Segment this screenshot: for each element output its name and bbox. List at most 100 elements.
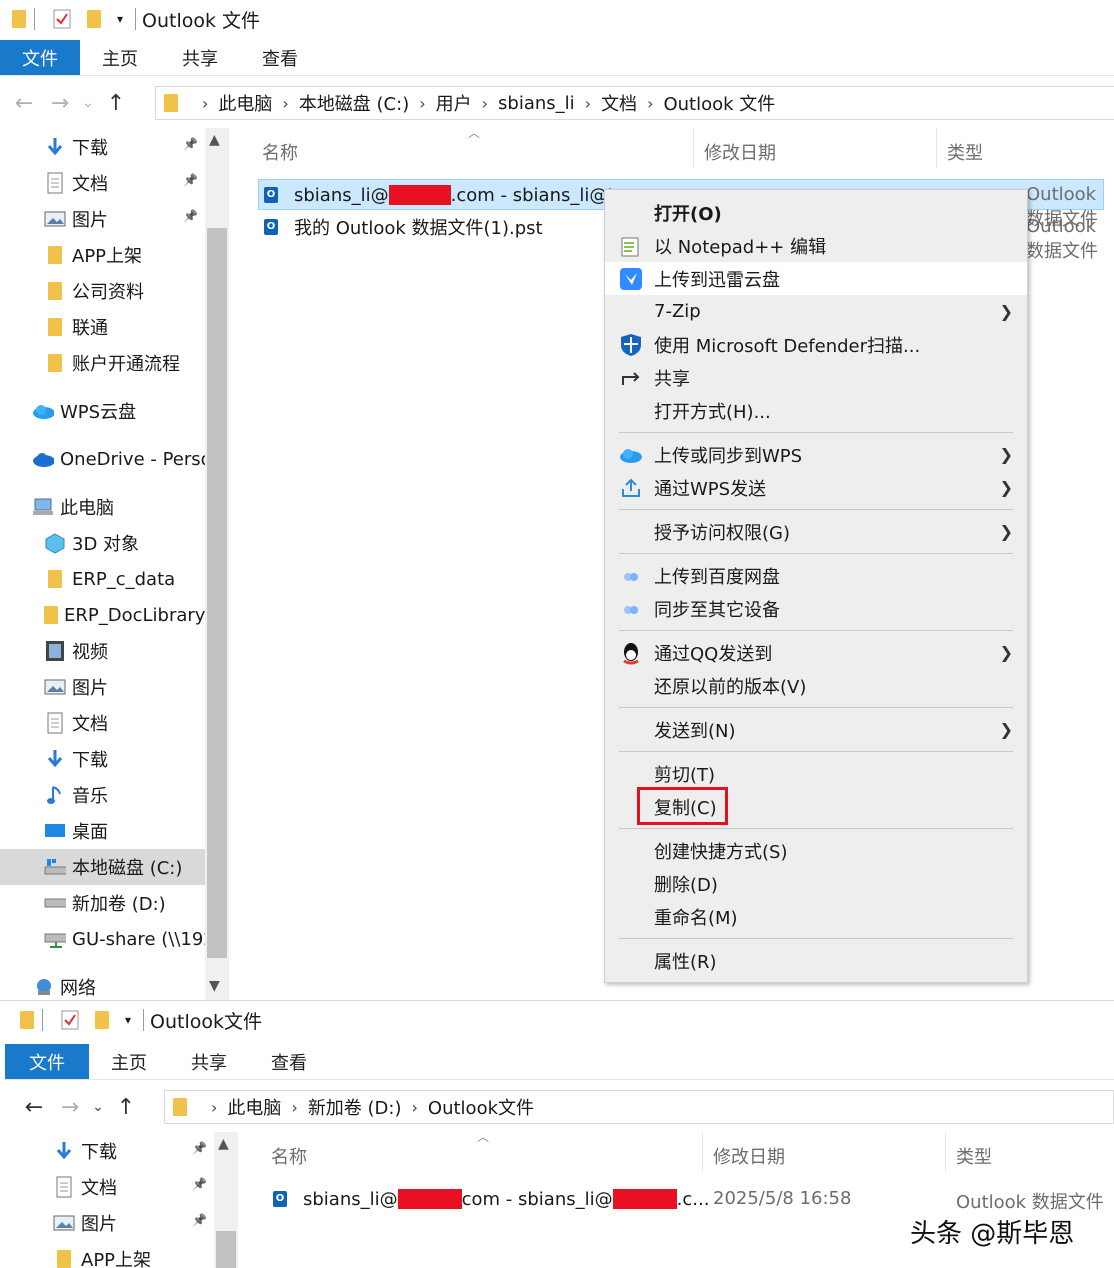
sidebar-item[interactable]: 下载 [44, 129, 205, 165]
sidebar-item[interactable]: GU-share (\\192 [44, 921, 205, 957]
menu-item[interactable]: 属性(R) [605, 944, 1027, 977]
sidebar-item[interactable]: 新加卷 (D:) [44, 885, 205, 921]
address-bar[interactable]: › 此电脑 › 新加卷 (D:) › Outlook文件 [164, 1090, 1114, 1124]
menu-item[interactable]: 还原以前的版本(V) [605, 669, 1027, 702]
breadcrumb-this-pc[interactable]: 此电脑 [218, 90, 272, 116]
menu-item[interactable]: 通过WPS发送 ❯ [605, 471, 1027, 504]
column-name[interactable]: 名称 [262, 139, 298, 165]
column-name[interactable]: 名称 [271, 1143, 307, 1169]
file-row[interactable]: O 我的 Outlook 数据文件(1).pst [264, 212, 543, 242]
sidebar-item[interactable]: OneDrive - Perso [32, 441, 205, 477]
sidebar-item[interactable]: 网络 [32, 969, 205, 1000]
drive-icon [44, 892, 66, 914]
sidebar-scroll-thumb[interactable] [216, 1231, 236, 1268]
sidebar-item[interactable]: 图片 [53, 1205, 214, 1241]
menu-item[interactable]: 删除(D) [605, 867, 1027, 900]
tab-file[interactable]: 文件 [0, 40, 80, 75]
menu-item[interactable]: 授予访问权限(G) ❯ [605, 515, 1027, 548]
sidebar-item[interactable]: APP上架 [44, 237, 205, 273]
customize-toolbar-dropdown-icon[interactable]: ▾ [109, 8, 131, 30]
sidebar-item[interactable]: 文档 [53, 1169, 214, 1205]
new-folder-icon[interactable] [83, 8, 105, 30]
sidebar-item[interactable]: 桌面 [44, 813, 205, 849]
column-date-modified[interactable]: 修改日期 [713, 1143, 785, 1169]
breadcrumb-this-pc[interactable]: 此电脑 [227, 1094, 281, 1120]
sidebar-item-label: APP上架 [81, 1250, 152, 1268]
scroll-down-icon[interactable]: ▼ [209, 978, 220, 994]
sidebar-item[interactable]: 账户开通流程 [44, 345, 205, 381]
breadcrumb-local-disk-c[interactable]: 本地磁盘 (C:) [299, 90, 409, 116]
menu-item[interactable]: 发送到(N) ❯ [605, 713, 1027, 746]
tab-share[interactable]: 共享 [169, 1044, 249, 1079]
sidebar-item[interactable]: 音乐 [44, 777, 205, 813]
menu-item[interactable]: 7-Zip ❯ [605, 295, 1027, 328]
file-row[interactable]: O sbians_li@ .com - sbians_li@ty [264, 180, 625, 210]
breadcrumb-outlook[interactable]: Outlook文件 [428, 1094, 534, 1120]
menu-item[interactable]: 同步至其它设备 [605, 592, 1027, 625]
up-arrow-icon[interactable]: ↑ [108, 1095, 144, 1120]
sidebar-item[interactable]: 3D 对象 [44, 525, 205, 561]
column-type[interactable]: 类型 [947, 139, 983, 165]
menu-item[interactable]: 上传或同步到WPS ❯ [605, 438, 1027, 471]
back-arrow-icon[interactable]: ← [16, 1095, 52, 1120]
sidebar-item[interactable]: 下载 [53, 1133, 214, 1169]
sidebar-item[interactable]: ERP_DocLibrary [44, 597, 205, 633]
scroll-up-icon[interactable]: ▲ [209, 132, 220, 148]
file-row[interactable]: O sbians_li@ com - sbians_li@ .c... [273, 1184, 709, 1214]
sidebar-item[interactable]: 此电脑 [32, 489, 205, 525]
customize-toolbar-dropdown-icon[interactable]: ▾ [117, 1009, 139, 1031]
menu-item[interactable]: 打开方式(H)... [605, 394, 1027, 427]
properties-checkmark-icon[interactable] [59, 1009, 81, 1031]
tab-file[interactable]: 文件 [5, 1044, 89, 1079]
scroll-up-icon[interactable]: ▲ [218, 1136, 229, 1152]
sidebar-item[interactable]: 联通 [44, 309, 205, 345]
tab-home[interactable]: 主页 [80, 40, 160, 75]
sidebar-item[interactable]: 图片 [44, 669, 205, 705]
sidebar-item[interactable]: ERP_c_data [44, 561, 205, 597]
menu-item[interactable]: 创建快捷方式(S) [605, 834, 1027, 867]
breadcrumb-documents[interactable]: 文档 [601, 90, 637, 116]
breadcrumb-users[interactable]: 用户 [436, 90, 472, 116]
tab-view[interactable]: 查看 [240, 40, 320, 75]
breadcrumb-user[interactable]: sbians_li [498, 93, 575, 114]
chevron-right-icon: › [419, 93, 426, 113]
properties-checkmark-icon[interactable] [51, 8, 73, 30]
sidebar-item[interactable]: 视频 [44, 633, 205, 669]
sidebar-item[interactable]: 文档 [44, 165, 205, 201]
sidebar-scroll-thumb[interactable] [207, 228, 227, 958]
forward-arrow-icon[interactable]: → [52, 1095, 88, 1120]
back-arrow-icon[interactable]: ← [6, 91, 42, 116]
menu-item[interactable]: 剪切(T) [605, 757, 1027, 790]
tab-share[interactable]: 共享 [160, 40, 240, 75]
sidebar-item[interactable]: 文档 [44, 705, 205, 741]
sidebar-item[interactable]: 本地磁盘 (C:) [0, 849, 205, 885]
sidebar-item[interactable]: 图片 [44, 201, 205, 237]
menu-item[interactable]: 以 Notepad++ 编辑 [605, 229, 1027, 262]
column-date-modified[interactable]: 修改日期 [704, 139, 776, 165]
column-type[interactable]: 类型 [956, 1143, 992, 1169]
qq-icon [619, 641, 643, 665]
breadcrumb-outlook[interactable]: Outlook 文件 [663, 90, 775, 116]
sidebar-item[interactable]: 下载 [44, 741, 205, 777]
menu-item[interactable]: 共享 [605, 361, 1027, 394]
menu-item[interactable]: 使用 Microsoft Defender扫描... [605, 328, 1027, 361]
menu-item[interactable]: 通过QQ发送到 ❯ [605, 636, 1027, 669]
new-folder-icon[interactable] [91, 1009, 113, 1031]
sidebar-item[interactable]: 公司资料 [44, 273, 205, 309]
breadcrumb-new-volume-d[interactable]: 新加卷 (D:) [308, 1094, 402, 1120]
menu-item[interactable]: 上传到迅雷云盘 [605, 262, 1027, 295]
menu-item[interactable]: 上传到百度网盘 [605, 559, 1027, 592]
up-arrow-icon[interactable]: ↑ [98, 91, 134, 116]
recent-dropdown-icon[interactable]: ⌄ [88, 1099, 108, 1115]
address-bar[interactable]: › 此电脑 › 本地磁盘 (C:) › 用户 › sbians_li › 文档 … [155, 86, 1114, 120]
menu-item[interactable]: 重命名(M) [605, 900, 1027, 933]
sidebar-item[interactable]: APP上架 [53, 1241, 214, 1268]
tab-view[interactable]: 查看 [249, 1044, 329, 1079]
sidebar-item-label: 公司资料 [72, 282, 144, 303]
forward-arrow-icon[interactable]: → [42, 91, 78, 116]
file-name-part: .c... [676, 1188, 710, 1210]
menu-item[interactable]: 打开(O) [605, 196, 1027, 229]
tab-home[interactable]: 主页 [89, 1044, 169, 1079]
recent-dropdown-icon[interactable]: ⌄ [78, 95, 98, 111]
sidebar-item[interactable]: WPS云盘 [32, 393, 205, 429]
